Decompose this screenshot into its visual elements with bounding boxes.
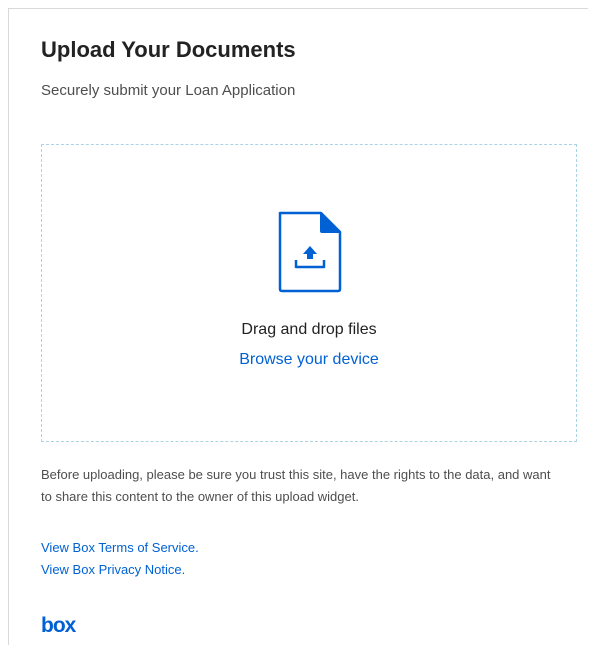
privacy-notice-link[interactable]: View Box Privacy Notice. [41, 562, 185, 577]
box-logo: box [41, 615, 78, 637]
browse-device-link[interactable]: Browse your device [42, 351, 576, 369]
terms-of-service-link[interactable]: View Box Terms of Service. [41, 540, 199, 555]
upload-widget: Upload Your Documents Securely submit yo… [8, 8, 588, 645]
drop-zone[interactable]: Drag and drop files Browse your device [41, 144, 577, 442]
upload-disclaimer: Before uploading, please be sure you tru… [41, 467, 551, 504]
page-subtitle: Securely submit your Loan Application [41, 82, 296, 99]
svg-text:box: box [41, 615, 77, 637]
file-upload-icon [278, 211, 342, 293]
drop-instruction: Drag and drop files [241, 321, 377, 338]
page-title: Upload Your Documents [41, 37, 296, 62]
